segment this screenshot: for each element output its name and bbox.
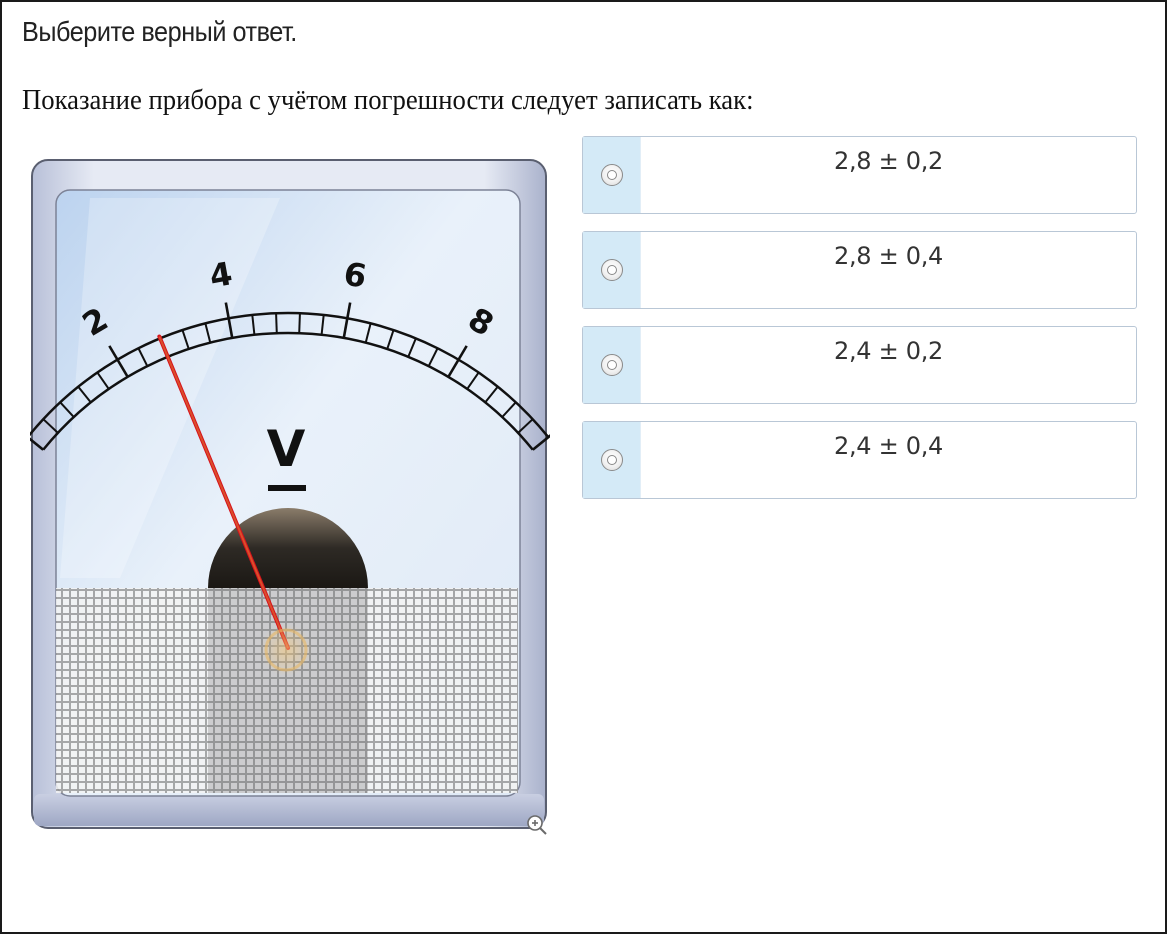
scale-minor-tick: [298, 313, 301, 334]
dc-symbol: [268, 485, 306, 491]
meter-base: [34, 794, 544, 826]
answer-label: 2,8 ± 0,2: [833, 147, 943, 175]
radio-button[interactable]: [600, 449, 623, 471]
answer-option-2[interactable]: 2,8 ± 0,4: [582, 231, 1137, 309]
unit-symbol: V: [267, 420, 306, 478]
radio-button[interactable]: [600, 259, 623, 281]
needle-pivot: [260, 624, 312, 676]
answer-option-3[interactable]: 2,4 ± 0,2: [582, 326, 1137, 404]
radio-button[interactable]: [600, 164, 623, 186]
instruction-text: Выберите верный ответ.: [22, 16, 297, 47]
radio-cell: [583, 422, 641, 498]
answer-options: 2,8 ± 0,2 2,8 ± 0,4 2,4 ± 0,2 2,4 ± 0,4: [582, 136, 1137, 516]
answer-option-1[interactable]: 2,8 ± 0,2: [582, 136, 1137, 214]
voltmeter-image: 0246810 V: [0, 158, 611, 840]
radio-cell: [583, 327, 641, 403]
question-text: Показание прибора с учётом погрешности с…: [22, 84, 754, 116]
zoom-in-icon[interactable]: [526, 814, 548, 836]
radio-button[interactable]: [600, 354, 623, 376]
scale-minor-tick: [275, 313, 278, 334]
radio-cell: [583, 137, 641, 213]
radio-cell: [583, 232, 641, 308]
answer-option-4[interactable]: 2,4 ± 0,4: [582, 421, 1137, 499]
voltmeter-svg: 0246810 V: [0, 159, 611, 829]
answer-label: 2,4 ± 0,4: [833, 432, 943, 460]
answer-label: 2,8 ± 0,4: [833, 242, 943, 270]
answer-label: 2,4 ± 0,2: [833, 337, 943, 365]
page-frame: Выберите верный ответ. Показание прибора…: [0, 0, 1167, 934]
